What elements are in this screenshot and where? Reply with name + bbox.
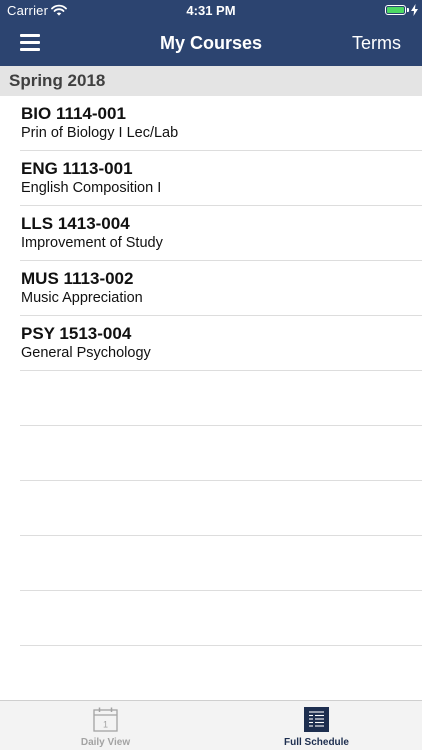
calendar-day-number: 1: [103, 720, 108, 730]
course-row[interactable]: MUS 1113-002 Music Appreciation: [20, 261, 422, 316]
schedule-list-icon: [304, 707, 329, 732]
calendar-icon: 1: [93, 707, 118, 732]
tab-daily-view[interactable]: 1 Daily View: [0, 701, 211, 751]
course-name: Prin of Biology I Lec/Lab: [21, 125, 179, 141]
clock: 4:31 PM: [186, 3, 236, 18]
status-bar: Carrier 4:31 PM: [0, 0, 422, 22]
battery-cap: [407, 8, 409, 12]
empty-row: [20, 646, 422, 700]
course-name: General Psychology: [21, 345, 151, 361]
term-section-header: Spring 2018: [0, 66, 422, 96]
app-header: Carrier 4:31 PM My Courses Terms: [0, 0, 422, 66]
course-name: Improvement of Study: [21, 235, 163, 251]
tab-bar: 1 Daily View Full Schedule: [0, 700, 422, 750]
empty-row: [20, 536, 422, 591]
tab-label: Daily View: [80, 737, 131, 748]
empty-row: [20, 426, 422, 481]
course-list: BIO 1114-001 Prin of Biology I Lec/Lab E…: [0, 96, 422, 700]
navigation-bar: My Courses Terms: [0, 22, 422, 66]
course-row[interactable]: ENG 1113-001 English Composition I: [20, 151, 422, 206]
battery-level: [387, 7, 404, 13]
course-code: ENG 1113-001: [21, 159, 133, 178]
tab-full-schedule[interactable]: Full Schedule: [211, 701, 422, 751]
course-name: Music Appreciation: [21, 290, 143, 306]
tab-label: Full Schedule: [283, 737, 349, 748]
course-code: PSY 1513-004: [21, 324, 132, 343]
course-code: BIO 1114-001: [21, 104, 126, 123]
empty-row: [20, 481, 422, 536]
term-title: Spring 2018: [9, 71, 106, 90]
battery-icon: [385, 5, 406, 15]
course-name: English Composition I: [21, 180, 162, 196]
course-row[interactable]: PSY 1513-004 General Psychology: [20, 316, 422, 371]
terms-button[interactable]: Terms: [352, 33, 401, 54]
empty-row: [20, 591, 422, 646]
course-code: MUS 1113-002: [21, 269, 134, 288]
course-code: LLS 1413-004: [21, 214, 130, 233]
empty-row: [20, 371, 422, 426]
course-row[interactable]: BIO 1114-001 Prin of Biology I Lec/Lab: [20, 96, 422, 151]
charging-bolt-icon: [411, 4, 418, 16]
course-row[interactable]: LLS 1413-004 Improvement of Study: [20, 206, 422, 261]
